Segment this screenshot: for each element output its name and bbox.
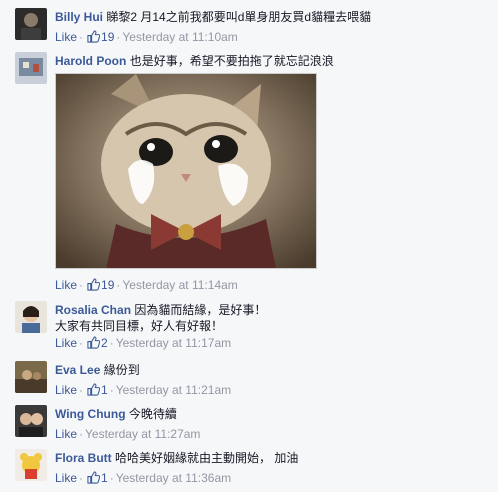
like-button[interactable]: Like: [55, 383, 77, 397]
like-button[interactable]: Like: [55, 30, 77, 44]
like-button[interactable]: Like: [55, 278, 77, 292]
comment-text-line-2: 大家有共同目標，好人有好報！: [55, 319, 224, 333]
avatar[interactable]: [15, 8, 47, 40]
comment-meta: Like · Yesterday at 11:27am: [55, 426, 488, 442]
timestamp[interactable]: Yesterday at 11:21am: [116, 383, 231, 397]
thumbs-up-icon[interactable]: [87, 471, 101, 484]
comment-author[interactable]: Eva Lee: [55, 363, 100, 377]
comment-text: 今晚待續: [128, 407, 177, 421]
separator: ·: [116, 30, 121, 44]
comment-text: 也是好事，希望不要拍拖了就忘記浪浪: [129, 54, 334, 68]
like-count[interactable]: 2: [101, 336, 108, 350]
like-count[interactable]: 1: [101, 471, 108, 485]
thumbs-up-icon[interactable]: [87, 336, 101, 349]
comment-author[interactable]: Wing Chung: [55, 407, 126, 421]
avatar[interactable]: [15, 449, 47, 481]
separator: ·: [116, 278, 121, 292]
comment-text: 緣份到: [103, 363, 140, 377]
timestamp[interactable]: Yesterday at 11:17am: [116, 336, 231, 350]
comment-text: 因為貓而結緣，是好事！: [134, 303, 267, 317]
separator: ·: [79, 427, 84, 441]
separator: ·: [109, 471, 114, 485]
comment-meta: Like · 19 · Yesterday at 11:14am: [55, 277, 488, 293]
avatar[interactable]: [15, 52, 47, 84]
separator: ·: [79, 471, 84, 485]
timestamp[interactable]: Yesterday at 11:27am: [85, 427, 200, 441]
timestamp[interactable]: Yesterday at 11:36am: [116, 471, 231, 485]
like-button[interactable]: Like: [55, 336, 77, 350]
comment-meta: Like · 1 · Yesterday at 11:21am: [55, 382, 488, 398]
like-count[interactable]: 1: [101, 383, 108, 397]
thumbs-up-icon[interactable]: [87, 30, 101, 43]
separator: ·: [79, 383, 84, 397]
comment-author[interactable]: Harold Poon: [55, 54, 126, 68]
avatar[interactable]: [15, 405, 47, 437]
comment-meta: Like · 1 · Yesterday at 11:36am: [55, 470, 488, 486]
separator: ·: [79, 30, 84, 44]
comment-meta: Like · 2 · Yesterday at 11:17am: [55, 335, 488, 351]
thumbs-up-icon[interactable]: [87, 383, 101, 396]
separator: ·: [109, 336, 114, 350]
like-count[interactable]: 19: [101, 30, 114, 44]
comment-author[interactable]: Billy Hui: [55, 10, 103, 24]
avatar[interactable]: [15, 301, 47, 333]
separator: ·: [109, 383, 114, 397]
attached-photo[interactable]: [55, 73, 317, 269]
comment-author[interactable]: Flora Butt: [55, 451, 112, 465]
thumbs-up-icon[interactable]: [87, 278, 101, 291]
timestamp[interactable]: Yesterday at 11:10am: [122, 30, 237, 44]
like-button[interactable]: Like: [55, 427, 77, 441]
comment-author[interactable]: Rosalia Chan: [55, 303, 131, 317]
avatar[interactable]: [15, 361, 47, 393]
comment-text: 哈哈美好姻緣就由主動開始， 加油: [115, 451, 299, 465]
timestamp[interactable]: Yesterday at 11:14am: [122, 278, 237, 292]
comment-meta: Like · 19 · Yesterday at 11:10am: [55, 29, 488, 45]
like-count[interactable]: 19: [101, 278, 114, 292]
separator: ·: [79, 336, 84, 350]
like-button[interactable]: Like: [55, 471, 77, 485]
comment-text: 睇黎2 月14之前我都要叫d單身朋友買d貓糧去喂貓: [106, 10, 372, 24]
separator: ·: [79, 278, 84, 292]
